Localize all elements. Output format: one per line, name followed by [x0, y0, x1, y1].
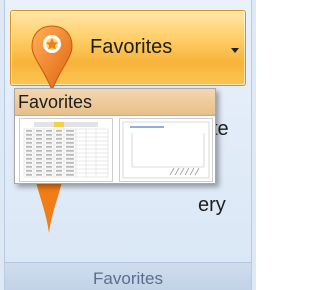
gallery-title: Favorites — [18, 92, 93, 112]
obscured-label-2: ery — [198, 194, 226, 216]
map-pin-icon — [31, 25, 73, 91]
gallery-header: Favorites — [15, 89, 215, 116]
gallery-thumbnail-table[interactable] — [19, 118, 113, 182]
chart-preview-icon — [122, 121, 210, 179]
favorites-dropdown-button[interactable]: Favorites — [10, 10, 246, 91]
favorites-button-label: Favorites — [90, 36, 173, 58]
spreadsheet-preview-icon — [23, 122, 109, 178]
gallery-thumbnail-chart[interactable] — [119, 118, 213, 182]
ribbon-group-favorites: Favorites te ery Favorites Favorites — [0, 0, 256, 290]
ribbon-group-label: Favorites — [93, 269, 163, 288]
favorites-gallery-popup: Favorites — [14, 88, 216, 184]
ribbon-group-label-bar: Favorites — [5, 262, 251, 290]
chevron-down-icon — [231, 48, 239, 53]
map-pin-icon — [36, 182, 62, 233]
